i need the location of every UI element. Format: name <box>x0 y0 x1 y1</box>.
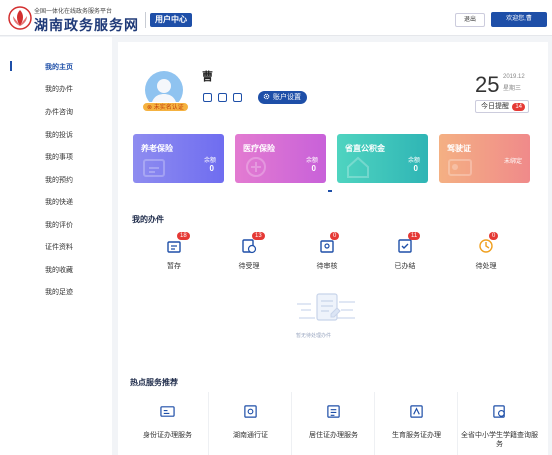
card-label: 未绑定 <box>503 159 522 165</box>
card-label: 余额 <box>305 158 318 164</box>
student-search-icon <box>493 405 505 418</box>
today-reminder-count: 14 <box>512 103 525 111</box>
hot-service-label: 全省中小学生学籍查询服务 <box>461 432 538 448</box>
license-icon <box>448 159 472 176</box>
hot-service-residence-permit[interactable]: 居住证办理服务 <box>292 392 375 455</box>
brand-subtitle: 全国一体化在线政务服务平台 <box>34 9 113 15</box>
lock-icon[interactable] <box>233 93 242 102</box>
active-nav-indicator <box>10 61 12 71</box>
hot-service-label: 湖南通行证 <box>233 432 268 439</box>
card-label: 余额 <box>203 158 216 164</box>
hot-service-label: 生育服务证办理 <box>392 432 441 439</box>
card-pension-insurance[interactable]: 养老保险 余额 0 <box>133 134 224 183</box>
logout-button[interactable]: 退出 <box>455 13 485 27</box>
empty-state-text: 暂无待处理办件 <box>296 333 332 339</box>
hot-service-label: 居住证办理服务 <box>309 432 358 439</box>
sidebar-item-favorites[interactable]: 我的收藏 <box>45 265 73 275</box>
account-settings-label: 账户设置 <box>273 94 301 101</box>
carousel-indicator[interactable] <box>328 190 332 192</box>
brand-divider <box>145 12 146 28</box>
pass-icon <box>244 405 257 418</box>
task-label: 待受理 <box>238 263 260 270</box>
real-name-badge-label: 未实名认证 <box>153 105 184 111</box>
card-title: 医疗保险 <box>243 144 275 153</box>
sidebar-item-express[interactable]: 我的快递 <box>45 197 73 207</box>
user-center-tag: 用户中心 <box>150 13 192 27</box>
hot-service-birth-certificate[interactable]: 生育服务证办理 <box>375 392 458 455</box>
welcome-user-button[interactable]: 欢迎您,曹 <box>491 12 547 27</box>
task-label: 待审核 <box>316 263 338 270</box>
sidebar-item-my-matters[interactable]: 我的事项 <box>45 152 73 162</box>
card-title: 省直公积金 <box>345 144 385 153</box>
hot-service-hunan-pass[interactable]: 湖南通行证 <box>209 392 292 455</box>
hot-service-student-status[interactable]: 全省中小学生学籍查询服务 <box>458 392 541 455</box>
task-count-badge: 0 <box>330 232 340 240</box>
card-medical-insurance[interactable]: 医疗保险 余额 0 <box>235 134 326 183</box>
phone-icon[interactable] <box>218 93 227 102</box>
sidebar-item-documents[interactable]: 证件资料 <box>45 242 73 252</box>
id-card-icon[interactable] <box>203 93 212 102</box>
task-count-badge: 18 <box>177 232 190 240</box>
card-value: 0 <box>209 164 214 173</box>
card-value: 0 <box>413 164 418 173</box>
hunan-logo-icon <box>8 6 32 30</box>
brand-title: 湖南政务服务网 <box>34 17 139 33</box>
id-card-icon <box>160 406 175 417</box>
task-label: 待处理 <box>475 263 497 270</box>
card-housing-fund[interactable]: 省直公积金 余额 0 <box>337 134 428 183</box>
hot-services-grid: 身份证办理服务 湖南通行证 居住证办理服务 生育服务证办理 全省中小学生学籍查询… <box>126 392 542 455</box>
hot-services-title: 热点服务推荐 <box>130 378 178 387</box>
card-title: 养老保险 <box>141 144 173 153</box>
account-settings-button[interactable]: 账户设置 <box>258 91 307 104</box>
sidebar: 我的主页 我的办件 办件咨询 我的投诉 我的事项 我的预约 我的快递 我的评价 … <box>0 37 112 455</box>
card-driver-license[interactable]: 驾驶证 未绑定 <box>439 134 530 183</box>
hot-service-label: 身份证办理服务 <box>143 432 192 439</box>
review-icon <box>320 240 334 253</box>
my-tasks-title: 我的办件 <box>132 215 164 224</box>
warning-icon: ⊗ <box>147 105 154 111</box>
task-count-badge: 0 <box>489 232 499 240</box>
hot-service-id-card[interactable]: 身份证办理服务 <box>126 392 209 455</box>
sidebar-item-appointments[interactable]: 我的预约 <box>45 175 73 185</box>
sidebar-item-home[interactable]: 我的主页 <box>45 62 73 72</box>
top-header: 全国一体化在线政务服务平台 湖南政务服务网 用户中心 退出 欢迎您,曹 <box>0 0 552 36</box>
date-weekday: 星期三 <box>503 86 522 92</box>
draft-icon <box>167 241 181 253</box>
sidebar-item-reviews[interactable]: 我的评价 <box>45 220 73 230</box>
task-count-badge: 11 <box>408 232 421 240</box>
card-title: 驾驶证 <box>447 144 471 153</box>
completed-icon <box>398 239 412 253</box>
today-reminder-button[interactable]: 今日提醒 14 <box>475 100 529 113</box>
date-day: 25 <box>475 72 500 97</box>
clock-doc-icon <box>242 239 257 254</box>
card-value: 0 <box>311 164 316 173</box>
sidebar-item-complaints[interactable]: 我的投诉 <box>45 130 73 140</box>
task-count-badge: 13 <box>252 232 265 240</box>
house-icon <box>347 156 369 178</box>
empty-state-illustration <box>297 293 355 321</box>
pension-icon <box>143 159 165 177</box>
gear-icon <box>263 93 270 100</box>
sidebar-item-footprints[interactable]: 我的足迹 <box>45 287 73 297</box>
real-name-badge[interactable]: ⊗ 未实名认证 <box>142 102 189 112</box>
user-name: 曹 <box>202 71 213 83</box>
date-year-month: 2019.12 <box>503 74 525 80</box>
sidebar-item-case-inquiry[interactable]: 办件咨询 <box>45 107 73 117</box>
sidebar-item-my-cases[interactable]: 我的办件 <box>45 84 73 94</box>
today-reminder-label: 今日提醒 <box>481 103 509 110</box>
main-content: ⊗ 未实名认证 曹 账户设置 25 2019.12 星期三 今日提醒 14 养老… <box>118 42 548 455</box>
task-label: 已办结 <box>394 263 416 270</box>
task-label: 暂存 <box>167 263 181 270</box>
residence-permit-icon <box>327 405 340 418</box>
hourglass-icon <box>479 239 493 253</box>
birth-certificate-icon <box>410 405 423 418</box>
card-label: 余额 <box>407 158 420 164</box>
medical-icon <box>246 157 266 177</box>
